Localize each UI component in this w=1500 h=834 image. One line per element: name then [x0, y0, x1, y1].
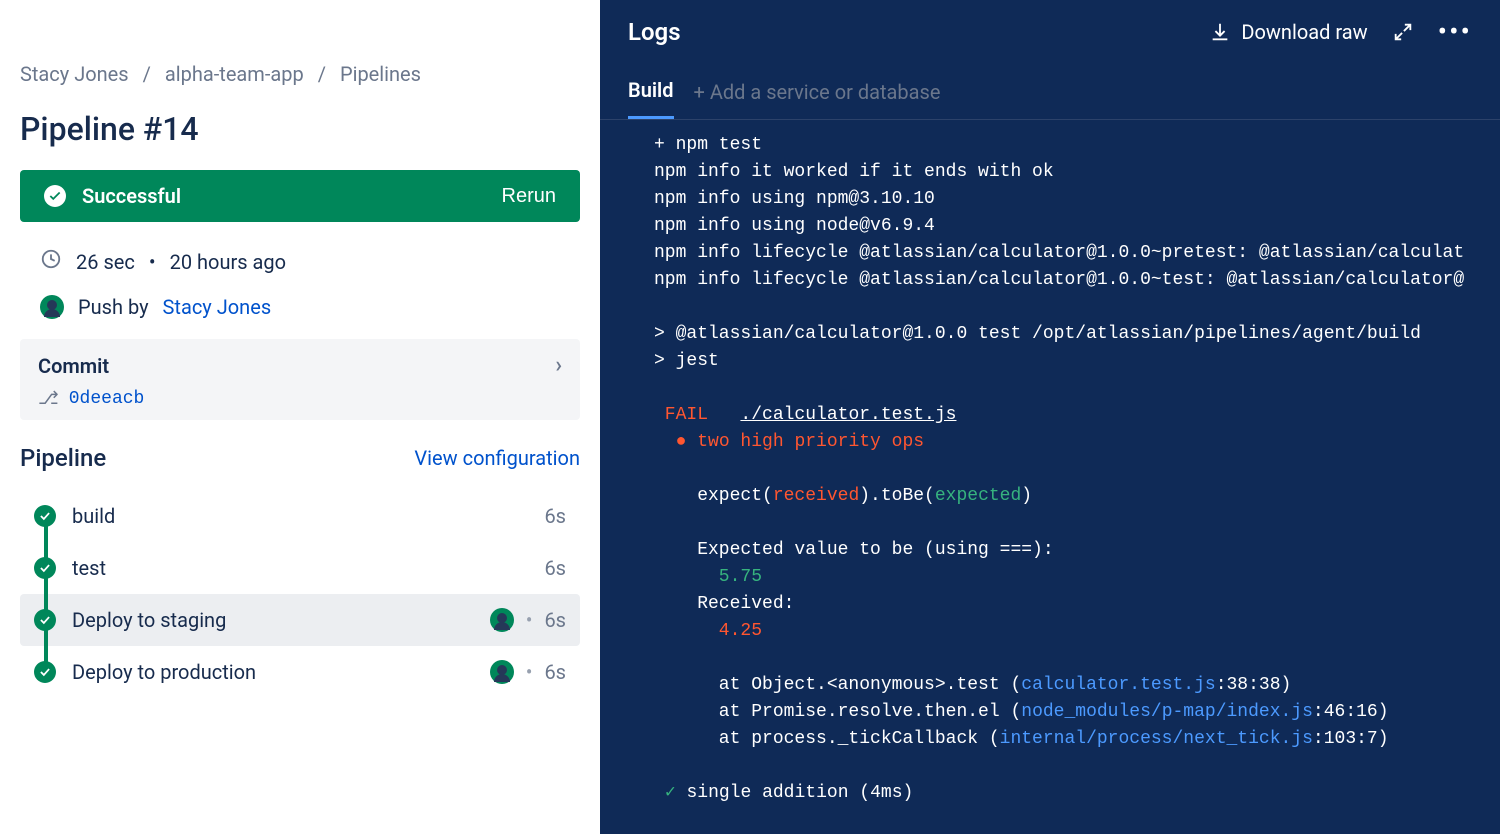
log-output[interactable]: + npm test npm info it worked if it ends… — [600, 120, 1500, 834]
pipeline-section-head: Pipeline View configuration — [20, 444, 580, 472]
dot-sep: • — [526, 608, 533, 632]
bullet-icon: ● — [676, 432, 687, 452]
log-fail-badge: FAIL — [654, 405, 719, 425]
push-author-link[interactable]: Stacy Jones — [163, 295, 272, 319]
commit-hash-row: ⎇ 0deeacb — [38, 388, 562, 410]
push-prefix: Push by — [78, 295, 149, 319]
log-line: npm info it worked if it ends with ok — [654, 162, 1054, 182]
step-label: test — [72, 556, 528, 580]
logs-header: Logs Download raw ••• — [600, 0, 1500, 64]
logs-title: Logs — [628, 18, 681, 46]
download-raw-label: Download raw — [1241, 20, 1367, 44]
breadcrumb-sep: / — [312, 62, 332, 86]
step-deploy-staging[interactable]: Deploy to staging • 6s — [20, 594, 580, 646]
step-duration: 6s — [544, 556, 566, 580]
download-raw-button[interactable]: Download raw — [1209, 20, 1367, 44]
check-icon: ✓ — [665, 783, 676, 803]
check-icon — [34, 661, 56, 683]
check-icon — [34, 557, 56, 579]
dot-sep: • — [526, 660, 533, 684]
log-stack-line: at Promise.resolve.then.el (node_modules… — [654, 702, 1389, 722]
log-expected-value: 5.75 — [654, 567, 762, 587]
clock-icon — [40, 248, 62, 275]
breadcrumb: Stacy Jones / alpha-team-app / Pipelines — [20, 62, 580, 86]
commit-heading: Commit — [38, 354, 109, 378]
breadcrumb-sep: / — [137, 62, 157, 86]
log-fail-desc: two high priority ops — [686, 432, 924, 452]
chevron-right-icon: › — [555, 353, 562, 378]
more-icon[interactable]: ••• — [1438, 18, 1472, 46]
log-line: > jest — [654, 351, 719, 371]
success-icon — [44, 185, 66, 207]
tab-add-service[interactable]: + Add a service or database — [694, 80, 941, 104]
breadcrumb-section[interactable]: Pipelines — [340, 62, 421, 86]
step-label: build — [72, 504, 528, 528]
log-line: > @atlassian/calculator@1.0.0 test /opt/… — [654, 324, 1421, 344]
check-icon — [34, 505, 56, 527]
timing-sep: • — [149, 250, 156, 274]
download-icon — [1209, 21, 1231, 43]
logs-panel: Logs Download raw ••• Build + Add a serv… — [600, 0, 1500, 834]
view-configuration-link[interactable]: View configuration — [414, 446, 580, 470]
commit-hash-link[interactable]: 0deeacb — [69, 389, 145, 409]
check-icon — [34, 609, 56, 631]
step-label: Deploy to production — [72, 660, 474, 684]
pipeline-details-panel: Stacy Jones / alpha-team-app / Pipelines… — [0, 0, 600, 834]
git-commit-icon: ⎇ — [38, 388, 59, 410]
pipeline-heading: Pipeline — [20, 444, 106, 472]
commit-toggle[interactable]: Commit › — [38, 353, 562, 378]
log-line: npm info using npm@3.10.10 — [654, 189, 935, 209]
log-pass-line: single addition (4ms) — [686, 783, 913, 803]
log-expect-line: expect(received).toBe(expected) — [654, 486, 1032, 506]
log-expected-label: Expected value to be (using ===): — [654, 540, 1054, 560]
avatar — [490, 660, 514, 684]
step-label: Deploy to staging — [72, 608, 474, 632]
step-duration: 6s — [544, 660, 566, 684]
step-build[interactable]: build 6s — [20, 490, 580, 542]
pipeline-steps: build 6s test 6s Deploy to staging • 6s — [20, 490, 580, 698]
log-line: npm info lifecycle @atlassian/calculator… — [654, 270, 1464, 290]
step-duration: 6s — [544, 504, 566, 528]
tab-build[interactable]: Build — [628, 64, 674, 119]
log-fail-file[interactable]: ./calculator.test.js — [740, 405, 956, 425]
avatar — [490, 608, 514, 632]
log-line: + npm test — [654, 135, 762, 155]
breadcrumb-user[interactable]: Stacy Jones — [20, 62, 129, 86]
rerun-button[interactable]: Rerun — [502, 185, 556, 208]
log-stack-line: at Object.<anonymous>.test (calculator.t… — [654, 675, 1291, 695]
step-duration: 6s — [544, 608, 566, 632]
log-line: npm info lifecycle @atlassian/calculator… — [654, 243, 1464, 263]
expand-icon[interactable] — [1392, 21, 1414, 43]
status-banner: Successful Rerun — [20, 170, 580, 222]
timing-row: 26 sec • 20 hours ago — [20, 248, 580, 275]
ago-text: 20 hours ago — [170, 250, 286, 274]
log-received-label: Received: — [654, 594, 794, 614]
duration-text: 26 sec — [76, 250, 135, 274]
avatar — [40, 295, 64, 319]
page-title: Pipeline #14 — [20, 110, 580, 148]
logs-tabs: Build + Add a service or database — [600, 64, 1500, 120]
step-test[interactable]: test 6s — [20, 542, 580, 594]
push-row: Push by Stacy Jones — [20, 295, 580, 319]
commit-card: Commit › ⎇ 0deeacb — [20, 339, 580, 420]
log-stack-line: at process._tickCallback (internal/proce… — [654, 729, 1389, 749]
log-received-value: 4.25 — [654, 621, 762, 641]
log-line: npm info using node@v6.9.4 — [654, 216, 935, 236]
status-label: Successful — [82, 184, 181, 208]
breadcrumb-repo[interactable]: alpha-team-app — [165, 62, 304, 86]
step-deploy-production[interactable]: Deploy to production • 6s — [20, 646, 580, 698]
